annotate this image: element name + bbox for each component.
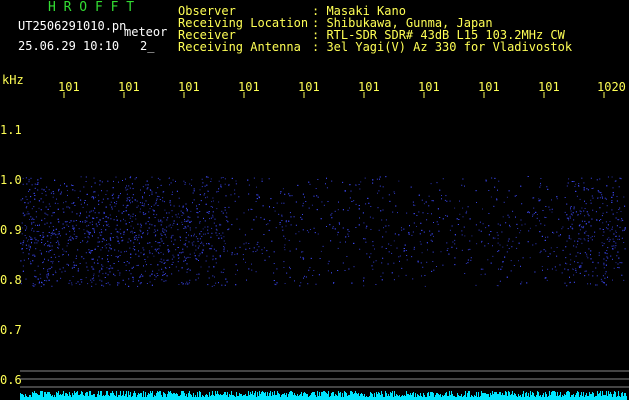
noise-band [20,176,626,287]
signal-strip [20,391,627,400]
spectrogram-canvas [20,92,629,400]
axis-tick-marks [63,92,605,98]
